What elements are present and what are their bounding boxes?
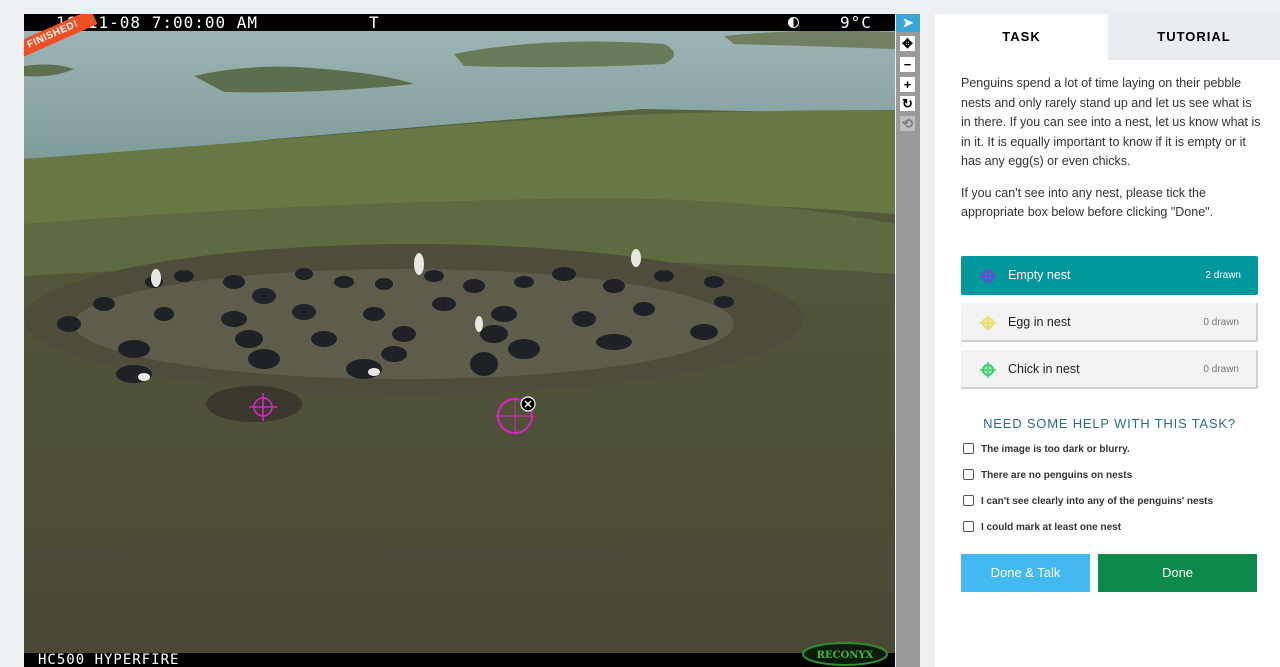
tool-label: Chick in nest: [1008, 362, 1080, 376]
tool-count: 0 drawn: [1203, 364, 1239, 375]
tool-label: Egg in nest: [1008, 315, 1071, 329]
pan-tool-button[interactable]: ✥: [900, 36, 915, 51]
panel-tabs: TASK TUTORIAL: [935, 14, 1280, 60]
tool-count: 2 drawn: [1205, 270, 1241, 281]
viewer-toolbar: ➤ ✥ − + ↻ ⟲: [896, 14, 920, 667]
tool-egg-in-nest[interactable]: Egg in nest 0 drawn: [961, 303, 1258, 342]
rotate-icon: ↻: [902, 96, 913, 111]
tool-count: 0 drawn: [1203, 317, 1239, 328]
rotate-button[interactable]: ↻: [900, 96, 915, 111]
done-button[interactable]: Done: [1098, 554, 1257, 592]
checkbox-label: The image is too dark or blurry.: [981, 444, 1130, 455]
instruction-paragraph: Penguins spend a lot of time laying on t…: [961, 76, 1261, 168]
classifier-app: 16-11-08 7:00:00 AM T 9°C HC500 HYPERFIR…: [0, 0, 1280, 667]
camera-model-bar: HC500 HYPERFIRE: [24, 653, 895, 667]
task-panel: TASK TUTORIAL Penguins spend a lot of ti…: [935, 14, 1280, 667]
plus-icon: +: [903, 77, 912, 92]
camera-info-bar: 16-11-08 7:00:00 AM T 9°C: [24, 14, 895, 31]
camera-temperature: 9°C: [840, 14, 872, 32]
moon-phase-icon: [788, 17, 799, 28]
checkbox-label: I can't see clearly into any of the peng…: [981, 496, 1214, 507]
delete-mark-icon[interactable]: [520, 396, 536, 412]
crosshair-icon: [980, 268, 996, 284]
checkbox[interactable]: [963, 521, 974, 532]
minus-icon: −: [903, 57, 912, 72]
annotation-layer[interactable]: [24, 14, 895, 667]
cursor-arrow-icon: ➤: [902, 15, 914, 30]
zoom-in-button[interactable]: +: [900, 77, 915, 92]
subject-image-viewer[interactable]: 16-11-08 7:00:00 AM T 9°C HC500 HYPERFIR…: [24, 14, 895, 667]
empty-nest-mark[interactable]: [249, 393, 277, 421]
svg-text:RECONYX: RECONYX: [817, 650, 874, 661]
refresh-icon: ⟲: [902, 116, 913, 131]
tab-task[interactable]: TASK: [935, 14, 1108, 60]
tab-tutorial[interactable]: TUTORIAL: [1108, 14, 1280, 60]
checkbox[interactable]: [963, 469, 974, 480]
tool-chick-in-nest[interactable]: Chick in nest 0 drawn: [961, 350, 1258, 389]
instruction-paragraph: If you can't see into any nest, please t…: [961, 185, 1214, 220]
pointer-tool-button[interactable]: ➤: [896, 14, 920, 32]
help-heading: NEED SOME HELP WITH THIS TASK?: [983, 416, 1236, 431]
reset-view-button[interactable]: ⟲: [900, 116, 915, 131]
zoom-out-button[interactable]: −: [900, 57, 915, 72]
tool-label: Empty nest: [1008, 268, 1071, 282]
checkbox[interactable]: [963, 443, 974, 454]
checkbox-label: I could mark at least one nest: [981, 522, 1122, 533]
crosshair-icon: [980, 362, 996, 378]
tool-empty-nest[interactable]: Empty nest 2 drawn: [961, 256, 1258, 295]
reconyx-logo: RECONYX: [802, 642, 888, 666]
task-instructions: Penguins spend a lot of time laying on t…: [961, 74, 1261, 235]
move-arrows-icon: ✥: [902, 36, 913, 51]
done-and-talk-button[interactable]: Done & Talk: [961, 554, 1090, 592]
camera-model: HC500 HYPERFIRE: [38, 652, 180, 667]
crosshair-icon: [980, 315, 996, 331]
checkbox-label: There are no penguins on nests: [981, 470, 1133, 481]
checkbox[interactable]: [963, 495, 974, 506]
camera-temp-mode: T: [369, 14, 380, 32]
